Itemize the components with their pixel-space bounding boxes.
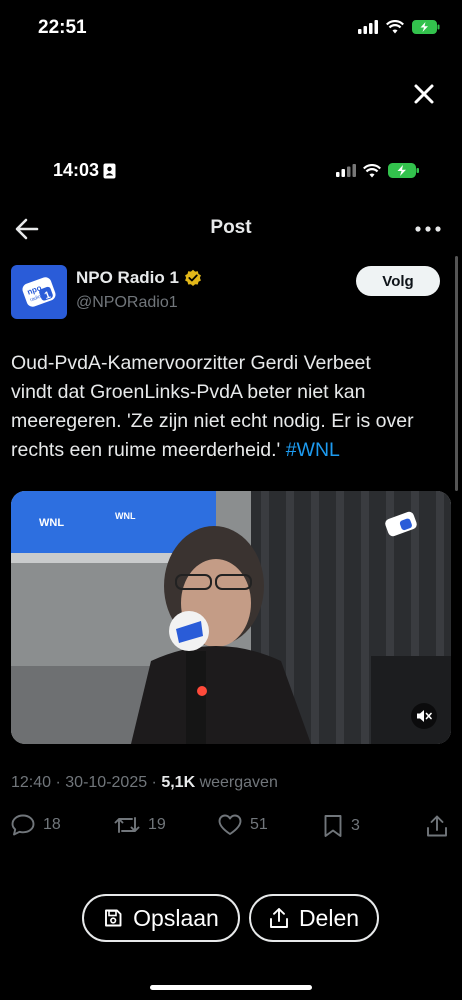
inner-status-icons — [336, 163, 420, 178]
display-name-group[interactable]: NPO Radio 1 — [76, 268, 202, 288]
outer-status-icons — [358, 20, 440, 34]
close-icon[interactable] — [412, 82, 436, 106]
tweet-text-line: Oud-PvdA-Kamervoorzitter Gerdi Verbeet — [11, 352, 371, 374]
verified-badge-icon — [185, 269, 201, 286]
post-timestamp: 12:40 · 30-10-2025 · 5,1K weergaven — [11, 774, 278, 791]
follow-button[interactable]: Volg — [356, 266, 440, 296]
repost-button[interactable]: 19 — [114, 814, 166, 836]
reply-count: 18 — [43, 816, 61, 833]
reply-button[interactable]: 18 — [11, 814, 61, 836]
tweet-text-line: rechts een ruime meerderheid.' — [11, 439, 281, 461]
tweet-text: Oud-PvdA-Kamervoorzitter Gerdi Verbeet v… — [11, 349, 451, 465]
hashtag-link[interactable]: #WNL — [286, 439, 340, 461]
tweet-text-line: vindt dat GroenLinks-PvdA beter niet kan — [11, 381, 366, 403]
views-count: 5,1K — [161, 774, 196, 791]
like-count: 51 — [250, 816, 268, 833]
studio-screen-label: WNL — [39, 517, 64, 529]
inner-status-time-group: 14:03 — [53, 160, 116, 181]
share-icon — [269, 908, 288, 928]
wifi-icon — [363, 163, 381, 177]
outer-status-time: 22:51 — [38, 17, 87, 38]
bookmark-button[interactable]: 3 — [323, 814, 360, 838]
bookmark-count: 3 — [351, 817, 360, 834]
page-title: Post — [210, 217, 252, 238]
repost-icon — [114, 817, 140, 833]
wifi-icon — [386, 20, 404, 34]
inner-status-time: 14:03 — [53, 160, 100, 180]
mute-button[interactable] — [411, 703, 437, 729]
signal-icon — [358, 20, 378, 34]
embedded-screenshot: 14:03 Post npo radio 1 NPO Radio 1 @NPOR… — [0, 136, 462, 1000]
battery-charging-icon — [412, 20, 440, 34]
post-time: 12:40 — [11, 774, 52, 791]
reply-icon — [11, 814, 35, 836]
share-icon — [427, 815, 447, 837]
scrollbar[interactable] — [455, 256, 458, 491]
tweet-text-line-last: rechts een ruime meerderheid.' #WNL — [11, 436, 451, 465]
bookmark-icon — [324, 815, 342, 837]
home-indicator[interactable] — [150, 985, 312, 990]
save-icon — [105, 909, 122, 927]
share-sheet-button[interactable]: Delen — [249, 894, 379, 942]
repost-count: 19 — [148, 816, 166, 833]
id-card-icon — [103, 163, 116, 178]
video-frame: WNL WNL — [11, 491, 451, 744]
avatar[interactable]: npo radio 1 — [11, 265, 67, 319]
studio-screen-label: WNL — [115, 511, 136, 521]
speaker-muted-icon — [417, 710, 432, 722]
display-name[interactable]: NPO Radio 1 — [76, 268, 179, 288]
tweet-text-line: meeregeren. 'Ze zijn niet echt nodig. Er… — [11, 410, 414, 432]
account-handle[interactable]: @NPORadio1 — [76, 294, 178, 312]
share-label: Delen — [298, 904, 360, 931]
like-button[interactable]: 51 — [218, 814, 268, 836]
video-player[interactable]: WNL WNL — [11, 491, 451, 744]
more-options-icon[interactable] — [414, 224, 442, 234]
battery-charging-icon — [388, 163, 419, 178]
save-button[interactable]: Opslaan — [82, 894, 240, 942]
heart-icon — [218, 814, 242, 835]
share-button[interactable] — [426, 814, 448, 838]
npo-radio-1-logo: npo radio 1 — [22, 277, 56, 307]
signal-icon — [336, 164, 356, 177]
views-label: weergaven — [199, 774, 278, 791]
save-label: Opslaan — [133, 904, 219, 931]
post-date: 30-10-2025 — [65, 774, 148, 791]
